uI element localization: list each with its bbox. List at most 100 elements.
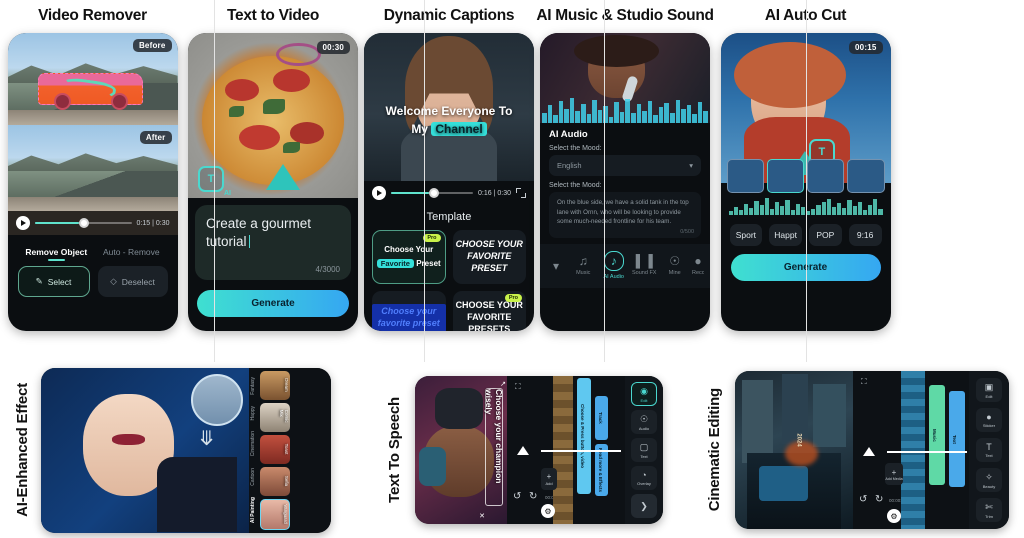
rail-item-overlay[interactable]: ◔ Overlay xyxy=(631,466,657,490)
template-card-4[interactable]: Pro CHOOSE YOUR FAVORITE PRESETS xyxy=(452,291,526,331)
play-icon[interactable] xyxy=(15,216,30,230)
audio-bottom-nav: ▾ ♫ Music ♪ AI Audio ▌▐ Sound FX ☉ Mine … xyxy=(540,244,710,288)
resize-handle-icon[interactable]: ↗ xyxy=(500,380,506,388)
redo-icon[interactable]: ↻ xyxy=(529,491,537,502)
style-thumb-toast[interactable]: Toast xyxy=(260,434,290,464)
chip-aspect-ratio[interactable]: 9:16 xyxy=(848,224,882,246)
panel-label-text-to-speech: Text To Speech xyxy=(386,397,403,503)
plus-icon: + xyxy=(891,467,897,477)
clip-thumb-2[interactable] xyxy=(766,159,804,193)
chevron-down-icon: ▾ xyxy=(689,161,693,170)
timeline-track-music[interactable]: Music xyxy=(929,385,945,485)
rail-item-text[interactable]: ▢ Text xyxy=(631,438,657,462)
avatar[interactable] xyxy=(191,373,243,426)
video-clip-strip[interactable] xyxy=(901,371,925,529)
playback-bar[interactable]: 0:15 | 0:30 xyxy=(7,211,178,235)
rail-item-trim[interactable]: ✄ Trim xyxy=(976,498,1002,522)
style-cat-happy[interactable]: Happy xyxy=(250,406,256,420)
fullscreen-icon[interactable] xyxy=(516,188,526,198)
timeline-track-text[interactable]: Text xyxy=(949,391,965,487)
remover-controls: Remove Object Auto - Remove ✎ Select ◇ D… xyxy=(7,235,178,309)
tab-remove-object[interactable]: Remove Object xyxy=(25,247,87,261)
template-card-1[interactable]: Pro Choose Your Favorite Preset xyxy=(372,230,446,284)
scrubber-knob[interactable] xyxy=(79,218,90,228)
add-media-button[interactable]: + Add xyxy=(541,468,557,490)
export-button[interactable]: ⚙ xyxy=(887,509,901,523)
microphone-icon: ● xyxy=(694,255,702,268)
timeline-track-3-label: Read more & Effects xyxy=(598,447,603,492)
text-overlay-box[interactable]: Choose your champion wisely xyxy=(484,388,504,506)
scrubber-track[interactable] xyxy=(34,218,132,228)
template-card-3[interactable]: Choose your favorite preset xyxy=(372,291,446,331)
clip-thumb-4[interactable] xyxy=(847,159,885,193)
rail-next-button[interactable]: ❯ xyxy=(631,494,657,518)
phone-mockup-ai-effect: ⤋ AI Painting Cartoon Cinemation Happy F… xyxy=(41,367,331,533)
style-thumb-comic-mix[interactable]: Comic Mix xyxy=(260,402,290,432)
undo-icon[interactable]: ↺ xyxy=(859,494,867,505)
deselect-button[interactable]: ◇ Deselect xyxy=(97,266,168,297)
chip-happt[interactable]: Happt xyxy=(769,224,802,246)
style-cat-cartoon[interactable]: Cartoon xyxy=(250,468,256,486)
template-grid: Pro Choose Your Favorite Preset CHOOSE Y… xyxy=(364,230,534,331)
tool-rail: ▣ Edit ● Sticker T Text ✧ Beauty ✄ Trim xyxy=(969,371,1009,529)
generate-button[interactable]: Generate xyxy=(197,290,349,317)
rail-item-edit[interactable]: ▣ Edit xyxy=(976,378,1002,402)
clip-thumb-3[interactable] xyxy=(807,159,845,193)
style-thumb-vanguard[interactable]: Vanguard xyxy=(260,498,290,530)
rail-item-audio-label: Audio xyxy=(638,425,650,431)
template-card-1-label: Choose Your Favorite Preset xyxy=(376,243,441,270)
style-thumb-vanguard-label: Vanguard xyxy=(283,504,288,524)
clip-after: After xyxy=(7,125,178,211)
style-thumb-dream[interactable]: Dream xyxy=(260,370,290,400)
clip-thumbnail-strip[interactable] xyxy=(721,159,891,193)
redo-icon[interactable]: ↻ xyxy=(875,494,883,505)
panel-title-ai-music: AI Music & Studio Sound xyxy=(536,7,714,24)
nav-item-sound-fx[interactable]: ▌▐ Sound FX xyxy=(631,255,658,276)
template-card-2[interactable]: CHOOSE YOUR FAVORITE PRESET xyxy=(452,230,526,284)
collapse-button[interactable]: ▾ xyxy=(546,260,566,272)
close-icon[interactable]: ✕ xyxy=(479,512,485,520)
crop-icon[interactable]: ⛶ xyxy=(515,382,521,392)
style-cat-ai-painting[interactable]: AI Painting xyxy=(250,497,256,523)
prompt-input[interactable]: Create a gourmet tutorial 4/3000 xyxy=(195,205,351,280)
crop-icon[interactable]: ⛶ xyxy=(861,377,867,387)
rail-item-overlay-label: Overlay xyxy=(637,481,651,486)
nav-item-record[interactable]: ● Record xyxy=(692,255,704,276)
style-thumb-sefia[interactable]: Sefia xyxy=(260,466,290,496)
style-cat-cinemation[interactable]: Cinemation xyxy=(250,431,256,456)
timeline-track-2[interactable]: Track xyxy=(595,396,608,440)
tab-auto-remove[interactable]: Auto - Remove xyxy=(103,247,160,257)
phone-mockup-dynamic-captions: Welcome Everyone To My Channel 0:16 | 0:… xyxy=(364,33,534,331)
rail-item-beauty[interactable]: ✧ Beauty xyxy=(976,468,1002,492)
playback-bar[interactable]: 0:16 | 0:30 xyxy=(364,181,534,205)
nav-item-music[interactable]: ♫ Music xyxy=(570,255,597,276)
panel-title-dynamic-captions: Dynamic Captions xyxy=(383,7,515,24)
phone-mockup-video-remover: Before After 0:15 | 0:30 Remove Object A… xyxy=(7,33,178,331)
van-object-selected[interactable] xyxy=(38,73,144,111)
clip-thumb-1[interactable] xyxy=(726,159,764,193)
rail-item-sticker[interactable]: ● Sticker xyxy=(976,408,1002,432)
play-icon[interactable] xyxy=(372,186,386,200)
add-media-button[interactable]: + Add Media xyxy=(885,463,903,485)
style-cat-fantasy[interactable]: Fantasy xyxy=(250,377,256,395)
script-textarea[interactable]: On the blue side, we have a solid tank i… xyxy=(549,192,701,238)
scrubber-knob[interactable] xyxy=(428,188,439,198)
rail-item-audio[interactable]: ☉ Audio xyxy=(631,410,657,434)
rail-item-edit[interactable]: ◉ Edit xyxy=(631,382,657,406)
export-button[interactable]: ⚙ xyxy=(541,504,555,518)
feature-panel-ai-enhanced-effect: AI-Enhanced Effect ⤋ AI Painting Cartoon… xyxy=(0,362,360,538)
nav-item-mine[interactable]: ☉ Mine xyxy=(662,255,689,276)
deselect-button-label: Deselect xyxy=(121,276,155,287)
ai-watermark-logo: T AI xyxy=(198,166,231,197)
scrubber-track[interactable] xyxy=(391,188,474,198)
timecode-label: 0:16 | 0:30 xyxy=(478,189,511,197)
language-select[interactable]: English ▾ xyxy=(549,155,701,176)
chip-sport[interactable]: Sport xyxy=(729,224,763,246)
timeline-track-1[interactable]: Choose & Press button, video xyxy=(577,378,591,494)
phone-mockup-cinematic: 2024 ⛶ + ↺ ↻ 00:00:18 Music xyxy=(735,371,1009,529)
timeline-track-3[interactable]: Read more & Effects xyxy=(595,444,608,496)
chip-pop[interactable]: POP xyxy=(809,224,842,246)
undo-icon[interactable]: ↺ xyxy=(513,491,521,502)
select-button[interactable]: ✎ Select xyxy=(17,266,90,297)
rail-item-text[interactable]: T Text xyxy=(976,438,1002,462)
